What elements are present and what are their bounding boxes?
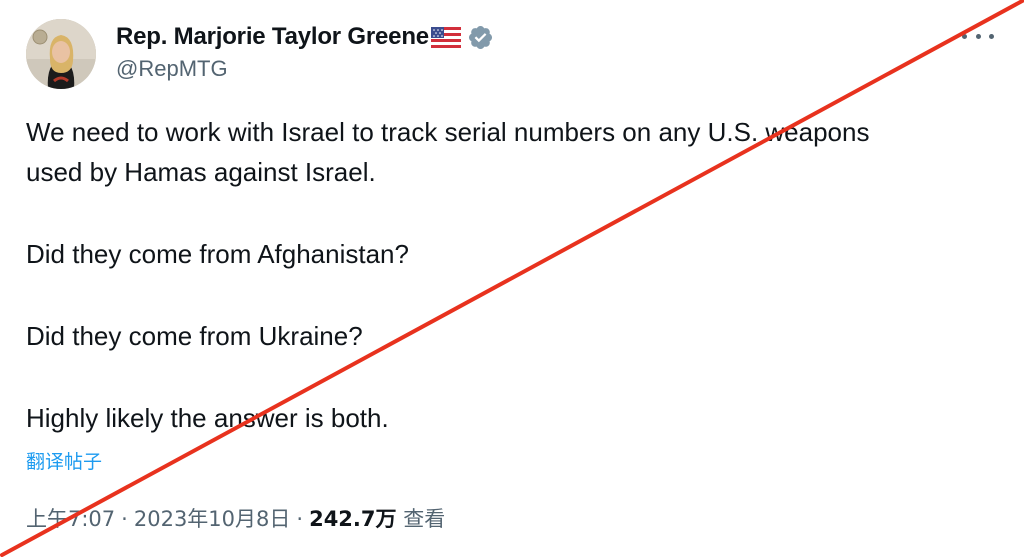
tweet-line: We need to work with Israel to track ser…: [26, 117, 870, 147]
tweet-line: used by Hamas against Israel.: [26, 157, 376, 187]
tweet-line: Highly likely the answer is both.: [26, 403, 389, 433]
author-name[interactable]: Rep. Marjorie Taylor Greene: [116, 23, 429, 51]
meta-separator: ·: [121, 507, 128, 531]
avatar[interactable]: [26, 19, 96, 89]
tweet-line: Did they come from Afghanistan?: [26, 239, 409, 269]
us-flag-icon: [430, 26, 461, 48]
verified-badge-icon[interactable]: [467, 24, 494, 51]
views-label: 查看: [403, 507, 446, 531]
tweet-date[interactable]: 2023年10月8日: [134, 507, 291, 531]
translate-post-link[interactable]: 翻译帖子: [26, 447, 102, 474]
tweet-time[interactable]: 上午7:07: [26, 507, 115, 531]
author-handle[interactable]: @RepMTG: [116, 56, 228, 82]
meta-separator: ·: [296, 507, 304, 531]
more-options-icon[interactable]: [962, 26, 994, 46]
tweet-meta: 上午7:07 · 2023年10月8日 · 242.7万 查看: [26, 503, 445, 533]
author-name-row[interactable]: Rep. Marjorie Taylor Greene: [116, 20, 494, 54]
tweet-line: Did they come from Ukraine?: [26, 321, 363, 351]
tweet-text: We need to work with Israel to track ser…: [26, 112, 1006, 438]
views-count: 242.7万: [309, 507, 397, 531]
avatar-image: [26, 19, 96, 89]
